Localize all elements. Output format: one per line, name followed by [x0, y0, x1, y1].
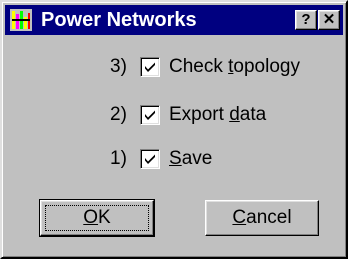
close-icon: ✕	[322, 11, 336, 28]
option-order: 2)	[110, 104, 127, 125]
window-title: Power Networks	[41, 9, 197, 31]
option-order: 1)	[110, 148, 127, 169]
help-button[interactable]: ?	[295, 10, 317, 30]
cancel-mnemonic: C	[232, 207, 247, 228]
checkmark-icon	[145, 110, 155, 120]
cancel-rest: ancel	[246, 207, 292, 228]
export-data-label[interactable]: Export data	[169, 103, 266, 127]
power-networks-app-icon	[10, 9, 32, 31]
save-label[interactable]: Save	[169, 147, 212, 171]
check-topology-checkbox[interactable]	[140, 57, 160, 77]
ok-button[interactable]: OK	[39, 199, 155, 237]
option-order: 3)	[110, 56, 127, 77]
close-button[interactable]: ✕	[318, 10, 340, 30]
save-checkbox[interactable]	[140, 149, 160, 169]
focus-rectangle	[45, 205, 149, 231]
title-bar[interactable]: Power Networks ? ✕	[5, 5, 343, 35]
dialog-window: Power Networks ? ✕ 3) Check topology 2) …	[0, 0, 348, 259]
checkmark-icon	[145, 154, 155, 164]
check-topology-label[interactable]: Check topology	[169, 55, 300, 79]
export-data-checkbox[interactable]	[140, 105, 160, 125]
cancel-button[interactable]: Cancel	[205, 200, 319, 236]
checkmark-icon	[145, 62, 155, 72]
